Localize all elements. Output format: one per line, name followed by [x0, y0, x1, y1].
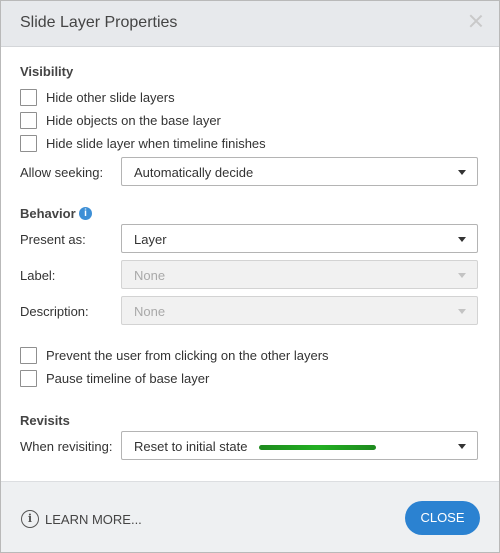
hide-when-finishes-checkbox-row[interactable]: Hide slide layer when timeline finishes	[20, 134, 266, 152]
hide-other-layers-label: Hide other slide layers	[46, 89, 175, 105]
hide-other-layers-checkbox-row[interactable]: Hide other slide layers	[20, 88, 175, 106]
close-icon[interactable]	[469, 14, 483, 28]
prevent-clicking-checkbox-row[interactable]: Prevent the user from clicking on the ot…	[20, 346, 329, 364]
slide-layer-properties-dialog: Slide Layer Properties Visibility Hide o…	[0, 0, 500, 553]
description-value: None	[134, 304, 166, 319]
allow-seeking-label: Allow seeking:	[20, 165, 104, 180]
hide-other-layers-checkbox[interactable]	[20, 88, 37, 106]
title-bar: Slide Layer Properties	[1, 1, 499, 47]
hide-base-objects-checkbox-row[interactable]: Hide objects on the base layer	[20, 111, 221, 129]
revisits-heading: Revisits	[20, 413, 70, 428]
description-select: None	[121, 296, 478, 325]
chevron-down-icon	[458, 237, 466, 242]
dialog-footer: i LEARN MORE... CLOSE	[1, 481, 499, 552]
when-revisiting-label: When revisiting:	[20, 439, 113, 454]
chevron-down-icon	[458, 309, 466, 314]
chevron-down-icon	[458, 444, 466, 449]
info-circle-icon: i	[21, 510, 39, 528]
dialog-title: Slide Layer Properties	[20, 14, 178, 31]
prevent-clicking-checkbox[interactable]	[20, 346, 37, 364]
pause-timeline-label: Pause timeline of base layer	[46, 370, 210, 386]
close-button[interactable]: CLOSE	[405, 501, 480, 535]
chevron-down-icon	[458, 170, 466, 175]
highlight-mark	[259, 445, 376, 450]
label-value: None	[134, 268, 166, 283]
info-icon[interactable]: i	[79, 207, 92, 220]
pause-timeline-checkbox[interactable]	[20, 369, 37, 387]
description-label: Description:	[20, 304, 89, 319]
learn-more-label: LEARN MORE...	[45, 511, 142, 527]
hide-base-objects-label: Hide objects on the base layer	[46, 112, 221, 128]
present-as-select[interactable]: Layer	[121, 224, 478, 253]
hide-when-finishes-checkbox[interactable]	[20, 134, 37, 152]
allow-seeking-value: Automatically decide	[134, 165, 254, 180]
hide-base-objects-checkbox[interactable]	[20, 111, 37, 129]
chevron-down-icon	[458, 273, 466, 278]
visibility-heading: Visibility	[20, 64, 74, 79]
when-revisiting-value: Reset to initial state	[134, 439, 248, 454]
label-label: Label:	[20, 268, 56, 283]
present-as-value: Layer	[134, 232, 167, 247]
behavior-heading: Behavior	[20, 206, 76, 221]
hide-when-finishes-label: Hide slide layer when timeline finishes	[46, 135, 266, 151]
when-revisiting-select[interactable]: Reset to initial state	[121, 431, 478, 460]
present-as-label: Present as:	[20, 232, 86, 247]
learn-more-link[interactable]: i LEARN MORE...	[21, 510, 142, 528]
allow-seeking-select[interactable]: Automatically decide	[121, 157, 478, 186]
prevent-clicking-label: Prevent the user from clicking on the ot…	[46, 347, 329, 363]
label-select: None	[121, 260, 478, 289]
pause-timeline-checkbox-row[interactable]: Pause timeline of base layer	[20, 369, 209, 387]
